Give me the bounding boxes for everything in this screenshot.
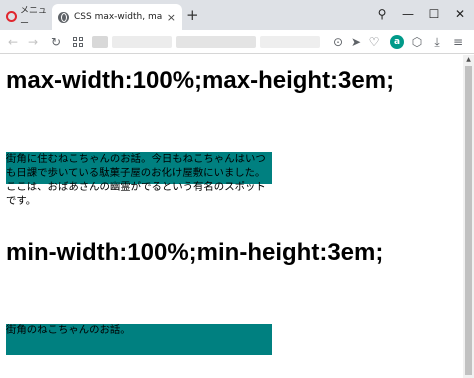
tab-active[interactable]: CSS max-width, max-heigh × xyxy=(52,4,182,30)
address-blur[interactable] xyxy=(176,36,256,48)
reload-icon[interactable]: ↻ xyxy=(47,33,65,51)
box1-text-line: です。 xyxy=(6,195,37,207)
heart-icon[interactable]: ♡ xyxy=(365,33,383,51)
speed-dial-icon[interactable] xyxy=(69,33,87,51)
close-window-icon[interactable]: ✕ xyxy=(447,4,473,24)
heading-max-width: max-width:100%;max-height:3em; xyxy=(6,67,395,94)
box1-text-line: 街角に住むねこちゃんのお話。今日もねこちゃんはいつ xyxy=(6,153,266,165)
address-blur[interactable] xyxy=(112,36,172,48)
extension-a-icon[interactable]: a xyxy=(388,33,406,51)
new-tab-button[interactable]: + xyxy=(186,6,199,24)
maximize-icon[interactable]: ☐ xyxy=(421,4,447,24)
scroll-up-arrow-icon[interactable]: ▲ xyxy=(463,55,474,65)
snapshot-icon[interactable]: ⊙ xyxy=(329,33,347,51)
easy-setup-icon[interactable]: ≡ xyxy=(449,33,467,51)
tab-label: メニュー xyxy=(20,6,48,29)
globe-icon xyxy=(58,11,69,23)
page-viewport: max-width:100%;max-height:3em; 街角に住むねこちゃ… xyxy=(0,55,463,378)
download-icon[interactable]: ⤓ xyxy=(428,33,446,51)
forward-icon[interactable]: → xyxy=(24,33,42,51)
opera-logo-icon xyxy=(6,10,17,22)
heading-min-width: min-width:100%;min-height:3em; xyxy=(6,239,384,266)
send-icon[interactable]: ➤ xyxy=(347,33,365,51)
back-icon[interactable]: ← xyxy=(4,33,22,51)
minimize-icon[interactable]: — xyxy=(395,4,421,24)
box1-text-line: ここは、おばあさんの幽霊がでるという有名のスポット xyxy=(6,181,266,193)
address-blur[interactable] xyxy=(92,36,108,48)
tab-title: CSS max-width, max-heigh xyxy=(74,12,162,22)
search-tabs-icon[interactable]: ⚲ xyxy=(369,4,395,24)
scroll-thumb[interactable] xyxy=(465,66,472,375)
tab-opera-menu[interactable]: メニュー xyxy=(2,4,50,29)
address-blur[interactable] xyxy=(260,36,320,48)
close-tab-icon[interactable]: × xyxy=(167,11,176,24)
box2-text: 街角のねこちゃんのお話。 xyxy=(6,324,131,336)
cube-icon[interactable]: ⬡ xyxy=(408,33,426,51)
vertical-scrollbar[interactable]: ▲ xyxy=(463,55,474,378)
box1-text-line: も日課で歩いている駄菓子屋のお化け屋敷にいました。 xyxy=(6,167,266,179)
tab-bar: メニュー CSS max-width, max-heigh × + ⚲ — ☐ … xyxy=(0,0,474,30)
toolbar: ← → ↻ ⊙ ➤ ♡ a ⬡ ⤓ ≡ xyxy=(0,30,474,54)
